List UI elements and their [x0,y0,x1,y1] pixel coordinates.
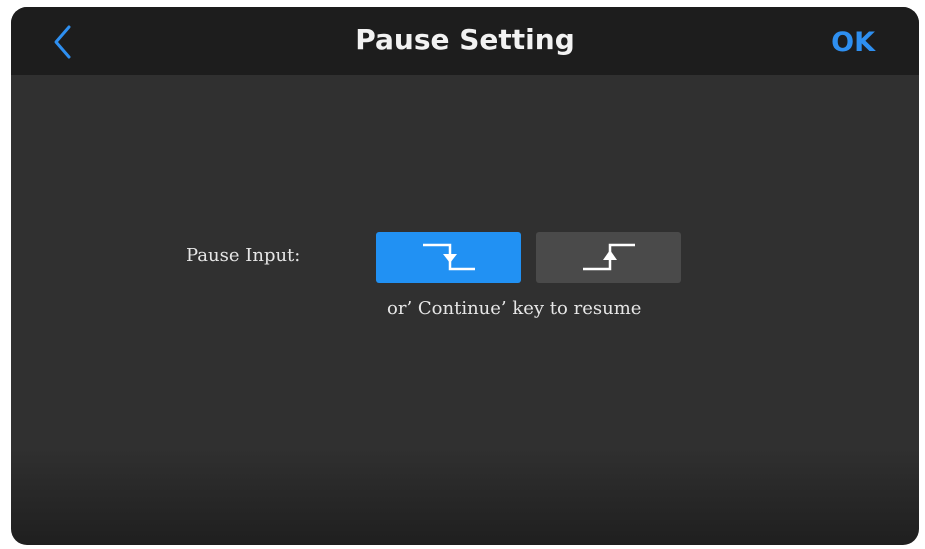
page-title: Pause Setting [355,23,575,56]
screen: Pause Setting OK Pause Input: or’ Contin… [11,7,919,545]
header-bar: Pause Setting OK [11,7,919,75]
rising-edge-button[interactable] [536,232,681,283]
ok-button[interactable]: OK [831,23,875,63]
rising-edge-icon [583,243,635,271]
falling-edge-icon [423,243,475,271]
falling-edge-button[interactable] [376,232,521,283]
resume-hint: or’ Continue’ key to resume [387,298,642,319]
pause-input-label: Pause Input: [186,245,301,266]
